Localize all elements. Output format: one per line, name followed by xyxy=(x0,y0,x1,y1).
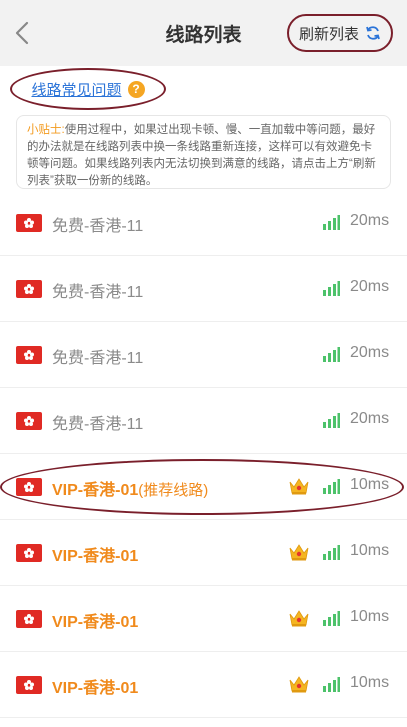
line-row[interactable]: 免费-香港-11 20ms xyxy=(0,190,407,256)
line-name-text: 免费-香港-11 xyxy=(52,218,144,235)
line-row[interactable]: VIP-香港-01(推荐线路) 10ms xyxy=(0,454,407,520)
latency-value: 10ms xyxy=(350,674,390,691)
hong-kong-flag-icon xyxy=(16,214,42,232)
line-name-text: 免费-香港-11 xyxy=(52,416,144,433)
signal-bars-icon xyxy=(323,413,340,428)
faq-label[interactable]: 线路常见问题 xyxy=(31,79,121,100)
line-name: 免费-香港-11 xyxy=(52,410,143,434)
crown-icon xyxy=(289,544,309,561)
latency-value: 10ms xyxy=(350,542,390,559)
latency-value: 20ms xyxy=(350,212,390,229)
help-icon: ? xyxy=(127,80,145,98)
line-row[interactable]: VIP-香港-01 10ms xyxy=(0,652,407,718)
line-row[interactable]: VIP-香港-01 10ms xyxy=(0,520,407,586)
signal-bars-icon xyxy=(323,545,340,560)
signal-bars-icon xyxy=(323,281,340,296)
latency-value: 20ms xyxy=(350,410,390,427)
line-name: VIP-香港-01 xyxy=(52,608,138,632)
tips-label: 小贴士: xyxy=(27,124,65,136)
line-name-text: VIP-香港-01 xyxy=(52,614,139,631)
hong-kong-flag-icon xyxy=(16,478,42,496)
line-row[interactable]: 免费-香港-11 20ms xyxy=(0,256,407,322)
latency-value: 20ms xyxy=(350,278,390,295)
recommended-tag: (推荐线路) xyxy=(138,482,209,499)
faq-link[interactable]: 线路常见问题 ? xyxy=(10,68,166,110)
line-row[interactable]: VIP-香港-01 10ms xyxy=(0,586,407,652)
signal-bars-icon xyxy=(323,215,340,230)
tips-text: 使用过程中，如果过出现卡顿、慢、一直加载中等问题，最好的办法就是在线路列表中换一… xyxy=(27,124,376,187)
line-name-text: VIP-香港-01 xyxy=(52,680,139,697)
latency-value: 20ms xyxy=(350,344,390,361)
refresh-icon xyxy=(366,26,380,40)
line-name: VIP-香港-01 xyxy=(52,542,138,566)
line-name-text: 免费-香港-11 xyxy=(52,350,144,367)
hong-kong-flag-icon xyxy=(16,412,42,430)
hong-kong-flag-icon xyxy=(16,610,42,628)
signal-bars-icon xyxy=(323,677,340,692)
line-row[interactable]: 免费-香港-11 20ms xyxy=(0,388,407,454)
line-name: VIP-香港-01(推荐线路) xyxy=(52,476,208,500)
line-name-text: 免费-香港-11 xyxy=(52,284,144,301)
line-name: 免费-香港-11 xyxy=(52,212,143,236)
line-name-text: VIP-香港-01 xyxy=(52,482,139,499)
tips-box: 小贴士:使用过程中，如果过出现卡顿、慢、一直加载中等问题，最好的办法就是在线路列… xyxy=(16,115,391,189)
line-name: VIP-香港-01 xyxy=(52,674,138,698)
hong-kong-flag-icon xyxy=(16,676,42,694)
line-row[interactable]: 免费-香港-11 20ms xyxy=(0,322,407,388)
hong-kong-flag-icon xyxy=(16,346,42,364)
header-bar: 线路列表 刷新列表 xyxy=(0,0,407,66)
crown-icon xyxy=(289,676,309,693)
crown-icon xyxy=(289,478,309,495)
line-name: 免费-香港-11 xyxy=(52,344,143,368)
line-name-text: VIP-香港-01 xyxy=(52,548,139,565)
hong-kong-flag-icon xyxy=(16,544,42,562)
signal-bars-icon xyxy=(323,479,340,494)
signal-bars-icon xyxy=(323,347,340,362)
crown-icon xyxy=(289,610,309,627)
refresh-list-label: 刷新列表 xyxy=(298,25,359,43)
latency-value: 10ms xyxy=(350,476,390,493)
line-name: 免费-香港-11 xyxy=(52,278,143,302)
refresh-list-button[interactable]: 刷新列表 xyxy=(286,14,393,52)
hong-kong-flag-icon xyxy=(16,280,42,298)
latency-value: 10ms xyxy=(350,608,390,625)
signal-bars-icon xyxy=(323,611,340,626)
